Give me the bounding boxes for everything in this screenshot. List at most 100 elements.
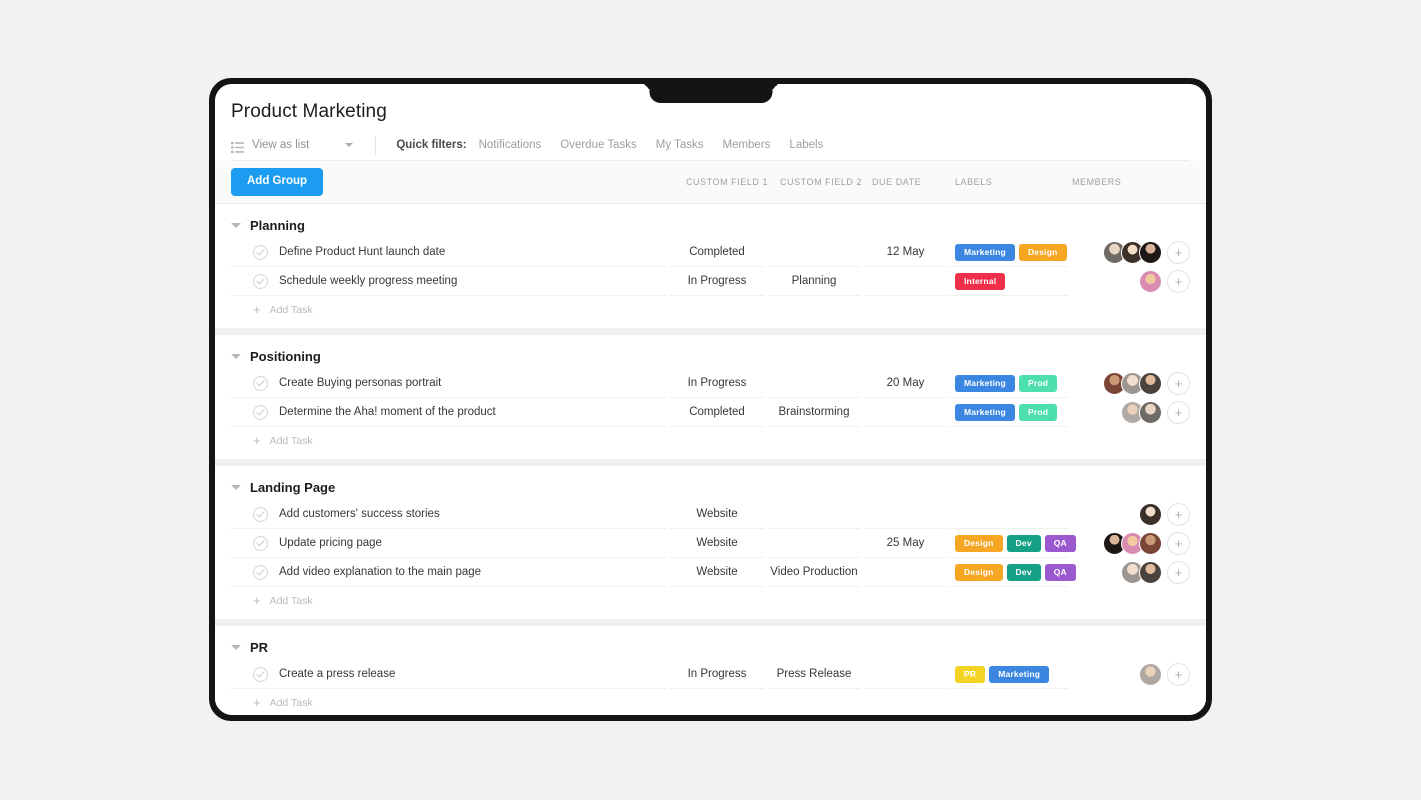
add-member-button[interactable]: + bbox=[1167, 561, 1190, 584]
task-custom-field-2[interactable]: Brainstorming bbox=[768, 398, 860, 427]
label-tag[interactable]: Internal bbox=[955, 272, 1006, 290]
column-header-custom-field-2[interactable]: CUSTOM FIELD 2 bbox=[780, 177, 872, 187]
add-member-button[interactable]: + bbox=[1167, 401, 1190, 424]
label-tag[interactable]: Marketing bbox=[955, 374, 1015, 392]
task-complete-checkbox[interactable] bbox=[253, 535, 268, 551]
task-due-date[interactable] bbox=[864, 558, 947, 587]
avatar[interactable] bbox=[1139, 503, 1162, 526]
task-due-date[interactable]: 25 May bbox=[864, 529, 947, 558]
table-row[interactable]: Update pricing page Website 25 May Design De… bbox=[231, 529, 1190, 558]
label-tag[interactable]: Design bbox=[955, 534, 1003, 552]
quick-filter-my-tasks[interactable]: My Tasks bbox=[656, 139, 704, 151]
label-tag[interactable]: Marketing bbox=[955, 403, 1015, 421]
task-custom-field-1[interactable]: Website bbox=[670, 558, 764, 587]
quick-filter-overdue-tasks[interactable]: Overdue Tasks bbox=[560, 139, 637, 151]
task-custom-field-1[interactable]: In Progress bbox=[670, 369, 764, 398]
task-board[interactable]: Planning Define Product Hunt launch date C… bbox=[215, 204, 1206, 708]
avatar[interactable] bbox=[1139, 401, 1162, 424]
task-name-cell[interactable]: Schedule weekly progress meeting bbox=[231, 267, 666, 296]
task-members-cell[interactable]: + bbox=[1072, 660, 1190, 689]
avatar[interactable] bbox=[1139, 372, 1162, 395]
chevron-down-icon[interactable] bbox=[231, 223, 241, 228]
quick-filter-labels[interactable]: Labels bbox=[789, 139, 823, 151]
task-custom-field-2[interactable]: Press Release bbox=[768, 660, 860, 689]
group-header[interactable]: Positioning bbox=[231, 349, 1190, 369]
task-custom-field-1[interactable]: Completed bbox=[670, 398, 764, 427]
task-custom-field-1[interactable]: Website bbox=[670, 500, 764, 529]
add-task-button[interactable]: + Add Task bbox=[231, 427, 1190, 459]
chevron-down-icon[interactable] bbox=[231, 645, 241, 650]
task-name-cell[interactable]: Add customers' success stories bbox=[231, 500, 666, 529]
task-name-cell[interactable]: Create a press release bbox=[231, 660, 666, 689]
table-row[interactable]: Determine the Aha! moment of the product… bbox=[231, 398, 1190, 427]
task-members-cell[interactable]: + bbox=[1072, 369, 1190, 398]
add-member-button[interactable]: + bbox=[1167, 270, 1190, 293]
add-member-button[interactable]: + bbox=[1167, 663, 1190, 686]
view-as-list-selector[interactable]: View as list bbox=[231, 139, 354, 153]
task-members-cell[interactable]: + bbox=[1072, 267, 1190, 296]
task-due-date[interactable]: 12 May bbox=[864, 238, 947, 267]
task-due-date[interactable] bbox=[864, 267, 947, 296]
add-group-button[interactable]: Add Group bbox=[231, 168, 324, 196]
label-tag[interactable]: Dev bbox=[1006, 563, 1041, 581]
task-due-date[interactable] bbox=[864, 500, 947, 529]
table-row[interactable]: Schedule weekly progress meeting In Progr… bbox=[231, 267, 1190, 296]
task-labels-cell[interactable]: Internal bbox=[951, 267, 1068, 296]
task-custom-field-2[interactable] bbox=[768, 369, 860, 398]
table-row[interactable]: Add video explanation to the main page We… bbox=[231, 558, 1190, 587]
label-tag[interactable]: Dev bbox=[1006, 534, 1041, 552]
task-labels-cell[interactable]: Marketing Prod bbox=[951, 398, 1068, 427]
table-row[interactable]: Define Product Hunt launch date Completed… bbox=[231, 238, 1190, 267]
task-custom-field-1[interactable]: Completed bbox=[670, 238, 764, 267]
table-row[interactable]: Create Buying personas portrait In Progre… bbox=[231, 369, 1190, 398]
task-custom-field-1[interactable]: In Progress bbox=[670, 660, 764, 689]
column-header-members[interactable]: MEMBERS bbox=[1072, 177, 1190, 187]
task-custom-field-2[interactable]: Planning bbox=[768, 267, 860, 296]
chevron-down-icon[interactable] bbox=[345, 143, 354, 147]
group-header[interactable]: Planning bbox=[231, 218, 1190, 238]
task-name-cell[interactable]: Determine the Aha! moment of the product bbox=[231, 398, 666, 427]
task-members-cell[interactable]: + bbox=[1072, 238, 1190, 267]
task-complete-checkbox[interactable] bbox=[253, 375, 268, 391]
label-tag[interactable]: Design bbox=[1018, 243, 1067, 261]
add-member-button[interactable]: + bbox=[1167, 532, 1190, 555]
task-labels-cell[interactable]: PR Marketing bbox=[951, 660, 1068, 689]
task-complete-checkbox[interactable] bbox=[253, 404, 268, 420]
table-row[interactable]: Add customers' success stories Website + bbox=[231, 500, 1190, 529]
task-custom-field-2[interactable]: Video Production bbox=[768, 558, 860, 587]
add-task-button[interactable]: + Add Task bbox=[231, 689, 1190, 708]
task-name-cell[interactable]: Update pricing page bbox=[231, 529, 666, 558]
column-header-custom-field-1[interactable]: CUSTOM FIELD 1 bbox=[686, 177, 780, 187]
add-member-button[interactable]: + bbox=[1167, 503, 1190, 526]
task-name-cell[interactable]: Create Buying personas portrait bbox=[231, 369, 666, 398]
quick-filter-members[interactable]: Members bbox=[722, 139, 770, 151]
task-labels-cell[interactable]: Design Dev QA bbox=[951, 558, 1076, 587]
task-labels-cell[interactable]: Marketing Prod bbox=[951, 369, 1068, 398]
task-custom-field-2[interactable] bbox=[768, 529, 860, 558]
add-task-button[interactable]: + Add Task bbox=[231, 296, 1190, 328]
add-member-button[interactable]: + bbox=[1167, 372, 1190, 395]
chevron-down-icon[interactable] bbox=[231, 485, 241, 490]
task-labels-cell[interactable] bbox=[951, 500, 1068, 529]
label-tag[interactable]: Design bbox=[955, 563, 1003, 581]
avatar[interactable] bbox=[1139, 532, 1162, 555]
avatar[interactable] bbox=[1139, 663, 1162, 686]
task-members-cell[interactable]: + bbox=[1072, 398, 1190, 427]
label-tag[interactable]: Prod bbox=[1018, 374, 1058, 392]
label-tag[interactable]: Marketing bbox=[955, 243, 1015, 261]
task-complete-checkbox[interactable] bbox=[253, 273, 268, 289]
add-member-button[interactable]: + bbox=[1167, 241, 1190, 264]
avatar[interactable] bbox=[1139, 241, 1162, 264]
add-task-button[interactable]: + Add Task bbox=[231, 587, 1190, 619]
task-custom-field-2[interactable] bbox=[768, 238, 860, 267]
column-header-due-date[interactable]: DUE DATE bbox=[872, 177, 955, 187]
task-complete-checkbox[interactable] bbox=[253, 564, 268, 580]
label-tag[interactable]: Marketing bbox=[989, 665, 1050, 683]
task-members-cell[interactable]: + bbox=[1072, 529, 1190, 558]
task-labels-cell[interactable]: Marketing Design bbox=[951, 238, 1068, 267]
task-due-date[interactable] bbox=[864, 398, 947, 427]
group-header[interactable]: PR bbox=[231, 640, 1190, 660]
task-due-date[interactable] bbox=[864, 660, 947, 689]
task-labels-cell[interactable]: Design Dev QA bbox=[951, 529, 1076, 558]
label-tag[interactable]: Prod bbox=[1018, 403, 1058, 421]
